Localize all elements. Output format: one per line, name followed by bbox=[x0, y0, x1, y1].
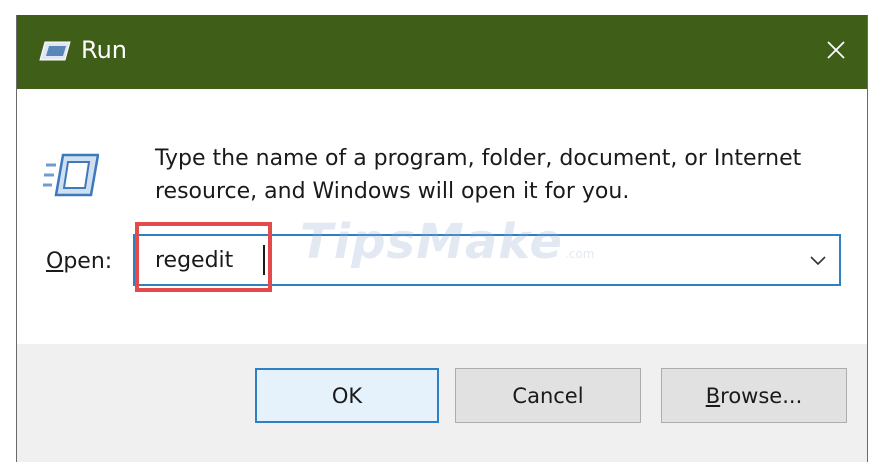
text-cursor bbox=[263, 245, 265, 275]
browse-label: rowse... bbox=[720, 383, 803, 408]
window-title: Run bbox=[81, 36, 128, 64]
ok-button[interactable]: OK bbox=[255, 368, 439, 423]
open-label-accelerator: O bbox=[46, 249, 64, 274]
button-bar: OK Cancel Browse... bbox=[17, 344, 867, 462]
chevron-down-icon bbox=[810, 251, 826, 270]
title-bar[interactable]: Run bbox=[17, 15, 867, 89]
browse-accelerator: B bbox=[705, 383, 721, 408]
open-combobox[interactable] bbox=[133, 234, 841, 286]
run-dialog-icon bbox=[39, 39, 71, 63]
close-icon bbox=[826, 40, 846, 64]
screenshot: Run Type the name of a program, folder, … bbox=[0, 0, 870, 462]
open-label: Open: bbox=[46, 247, 112, 277]
open-label-text: pen: bbox=[63, 249, 113, 274]
close-button[interactable] bbox=[805, 15, 867, 89]
run-program-icon bbox=[43, 151, 100, 199]
run-dialog: Run Type the name of a program, folder, … bbox=[16, 15, 868, 462]
dialog-content: Type the name of a program, folder, docu… bbox=[17, 89, 867, 344]
dropdown-button[interactable] bbox=[801, 240, 835, 280]
instruction-text: Type the name of a program, folder, docu… bbox=[155, 146, 802, 204]
browse-button[interactable]: Browse... bbox=[661, 368, 847, 423]
open-input[interactable] bbox=[155, 245, 755, 275]
cancel-button[interactable]: Cancel bbox=[455, 368, 641, 423]
